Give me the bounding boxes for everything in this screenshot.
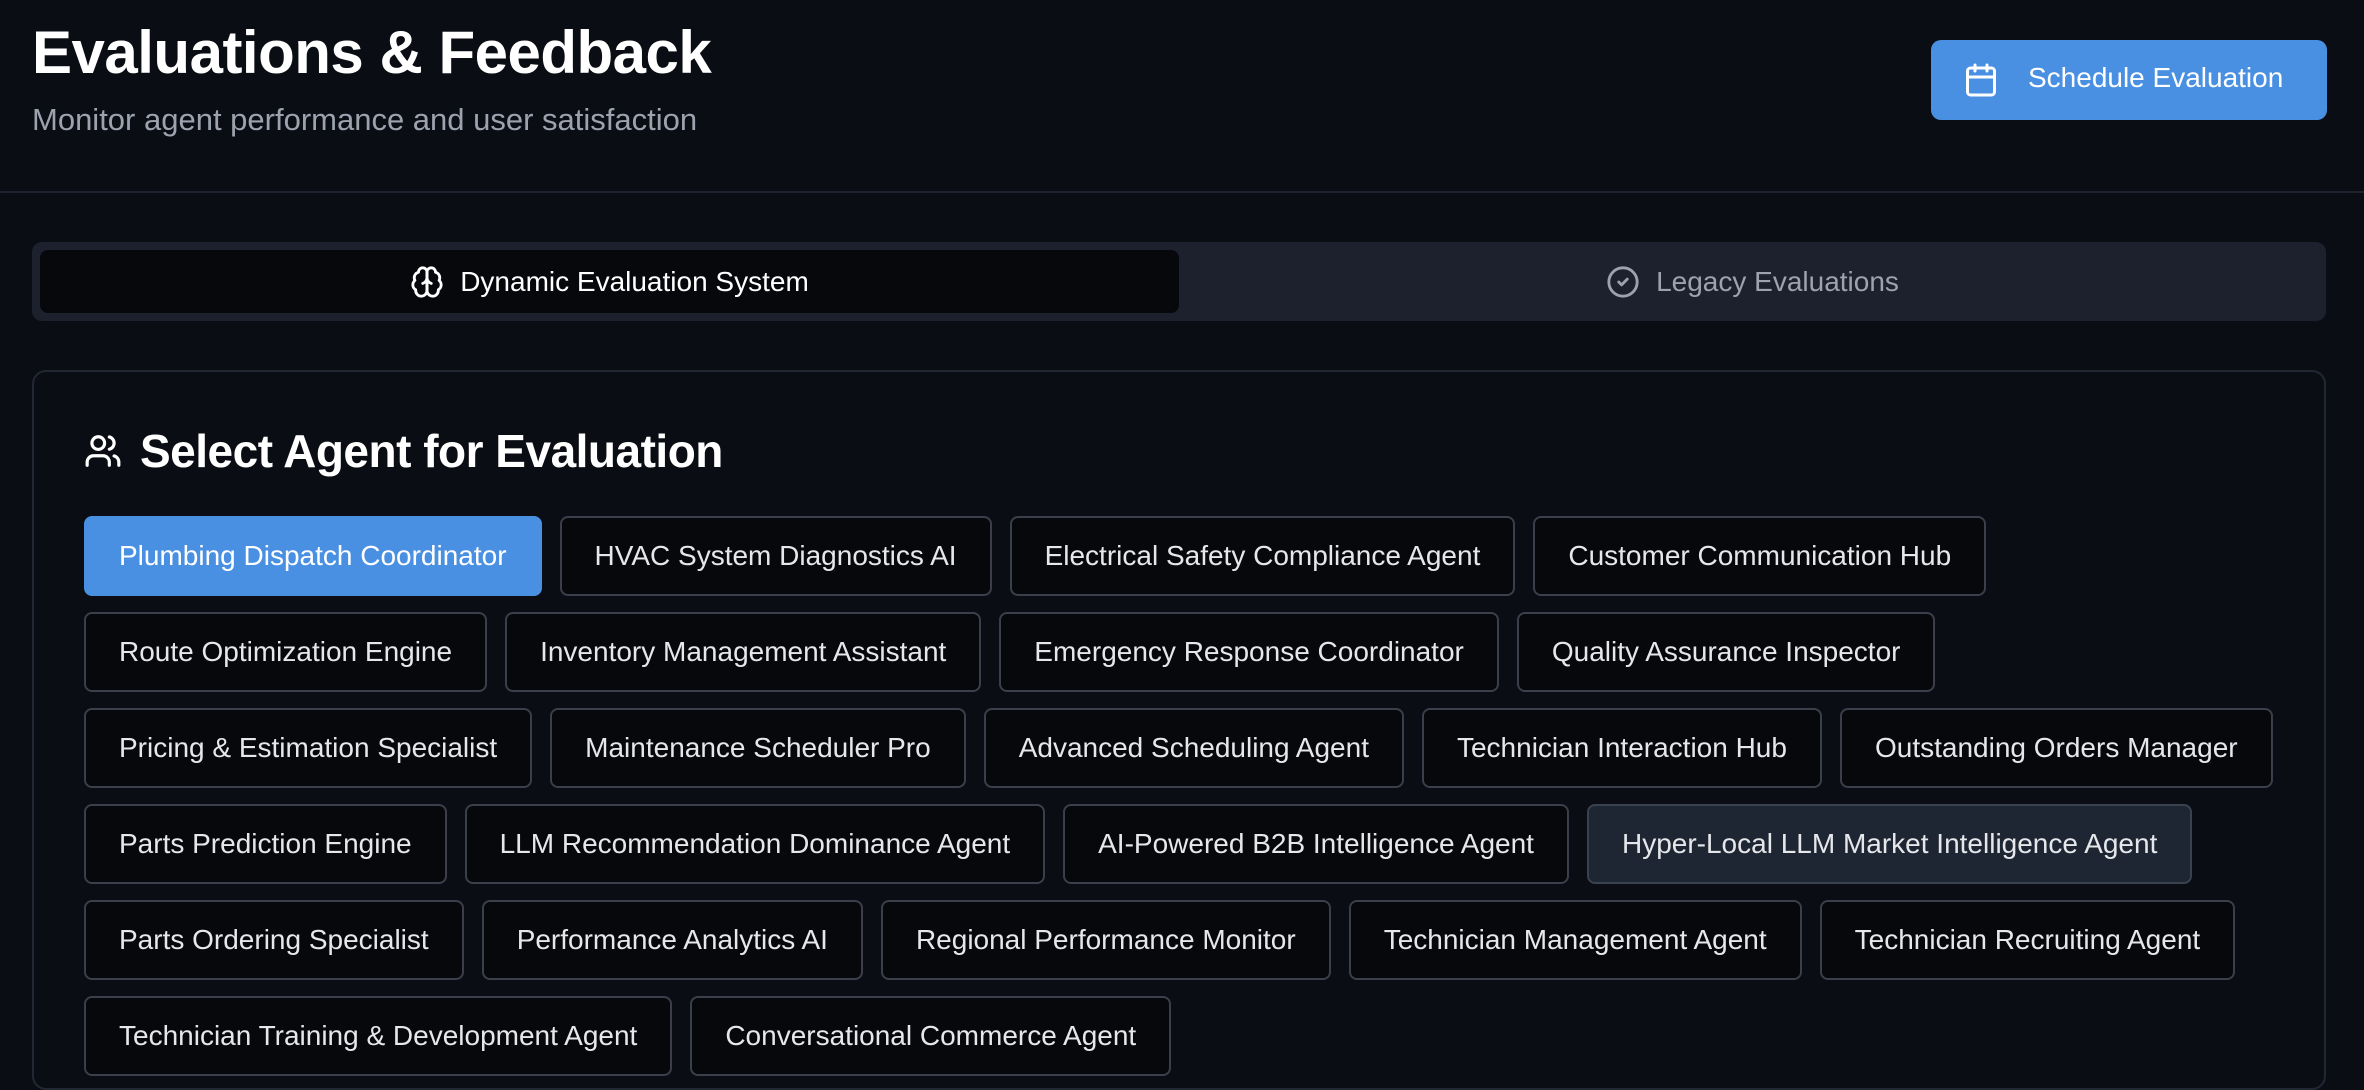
agent-button[interactable]: Conversational Commerce Agent xyxy=(690,996,1172,1076)
agent-button[interactable]: Advanced Scheduling Agent xyxy=(983,708,1404,788)
agent-button[interactable]: Outstanding Orders Manager xyxy=(1839,708,2273,788)
page-subtitle: Monitor agent performance and user satis… xyxy=(32,102,698,137)
agent-button[interactable]: Inventory Management Assistant xyxy=(505,612,982,692)
agent-button[interactable]: Parts Prediction Engine xyxy=(84,804,447,884)
agent-button[interactable]: Technician Training & Development Agent xyxy=(84,996,673,1076)
agent-selection-card: Select Agent for Evaluation Plumbing Dis… xyxy=(32,370,2326,1090)
agent-button[interactable]: Maintenance Scheduler Pro xyxy=(550,708,966,788)
agent-button[interactable]: Technician Interaction Hub xyxy=(1421,708,1822,788)
card-header: Select Agent for Evaluation xyxy=(84,424,723,478)
agent-button[interactable]: Emergency Response Coordinator xyxy=(999,612,1499,692)
agent-button[interactable]: Technician Management Agent xyxy=(1348,900,1802,980)
agent-button-group: Plumbing Dispatch Coordinator HVAC Syste… xyxy=(84,516,2304,1076)
agent-button[interactable]: LLM Recommendation Dominance Agent xyxy=(464,804,1046,884)
card-title: Select Agent for Evaluation xyxy=(140,425,723,477)
agent-button[interactable]: Route Optimization Engine xyxy=(84,612,488,692)
agent-button[interactable]: Plumbing Dispatch Coordinator xyxy=(84,516,542,596)
agent-button[interactable]: Quality Assurance Inspector xyxy=(1516,612,1936,692)
schedule-evaluation-label: Schedule Evaluation xyxy=(2028,62,2284,93)
schedule-evaluation-button[interactable]: Schedule Evaluation xyxy=(1931,40,2327,120)
agent-button[interactable]: Performance Analytics AI xyxy=(481,900,863,980)
agent-button[interactable]: AI-Powered B2B Intelligence Agent xyxy=(1063,804,1569,884)
page-title: Evaluations & Feedback xyxy=(32,19,712,86)
tab-label: Legacy Evaluations xyxy=(1656,265,1899,297)
calendar-icon xyxy=(1963,62,1999,98)
check-circle-icon xyxy=(1607,265,1639,298)
agent-button[interactable]: Technician Recruiting Agent xyxy=(1819,900,2236,980)
agent-button[interactable]: Customer Communication Hub xyxy=(1533,516,1987,596)
agent-button[interactable]: Electrical Safety Compliance Agent xyxy=(1009,516,1516,596)
agent-button[interactable]: HVAC System Diagnostics AI xyxy=(559,516,992,596)
brain-icon xyxy=(411,265,443,298)
evaluation-tabs: Dynamic Evaluation System Legacy Evaluat… xyxy=(32,242,2326,321)
agent-button[interactable]: Parts Ordering Specialist xyxy=(84,900,464,980)
agent-button[interactable]: Pricing & Estimation Specialist xyxy=(84,708,533,788)
tab-label: Dynamic Evaluation System xyxy=(460,265,809,297)
agent-button[interactable]: Regional Performance Monitor xyxy=(880,900,1331,980)
tab-dynamic-evaluation-system[interactable]: Dynamic Evaluation System xyxy=(40,250,1179,313)
users-icon xyxy=(85,435,121,467)
agent-button[interactable]: Hyper-Local LLM Market Intelligence Agen… xyxy=(1586,804,2193,884)
tab-legacy-evaluations[interactable]: Legacy Evaluations xyxy=(1187,250,2318,313)
page-header: Evaluations & Feedback Monitor agent per… xyxy=(0,0,2364,193)
